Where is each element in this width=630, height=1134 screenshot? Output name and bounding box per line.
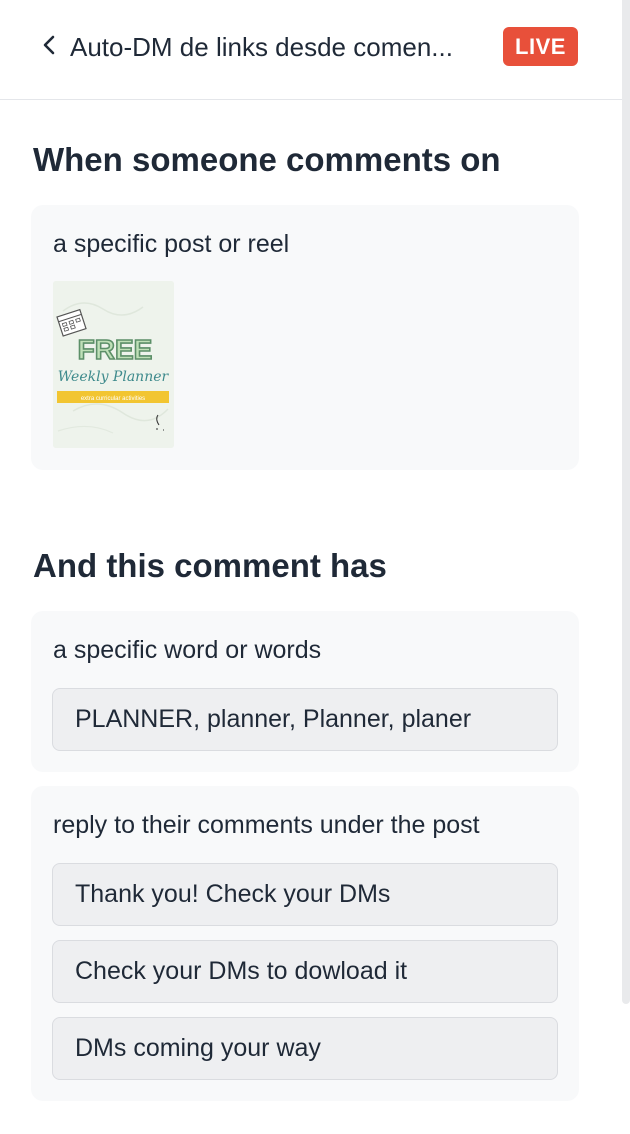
trigger-heading: When someone comments on: [33, 141, 501, 178]
back-button[interactable]: [34, 30, 64, 64]
reply-option[interactable]: Check your DMs to dowload it: [52, 940, 558, 1003]
svg-text:Weekly Planner: Weekly Planner: [58, 369, 170, 385]
svg-text:FREE: FREE: [78, 334, 153, 365]
svg-text:extra curricular activities: extra curricular activities: [81, 396, 145, 402]
condition-heading: And this comment has: [33, 547, 387, 584]
reply-card[interactable]: reply to their comments under the post T…: [31, 786, 579, 1101]
keywords-field[interactable]: PLANNER, planner, Planner, planer: [52, 688, 558, 751]
trigger-card[interactable]: a specific post or reel FREE Weekly Plan…: [31, 205, 579, 470]
scrollbar[interactable]: [622, 0, 630, 1004]
header-bar: Auto-DM de links desde comen... LIVE: [0, 0, 622, 100]
status-badge: LIVE: [503, 27, 578, 66]
reply-option[interactable]: Thank you! Check your DMs: [52, 863, 558, 926]
keywords-label: a specific word or words: [53, 636, 322, 664]
reply-label: reply to their comments under the post: [53, 811, 480, 839]
automation-page: Auto-DM de links desde comen... LIVE Whe…: [0, 0, 630, 1134]
page-title: Auto-DM de links desde comen...: [70, 32, 453, 62]
reply-option[interactable]: DMs coming your way: [52, 1017, 558, 1080]
post-thumbnail[interactable]: FREE Weekly Planner extra curricular act…: [53, 281, 174, 448]
chevron-left-icon: [41, 34, 57, 61]
keywords-card[interactable]: a specific word or words PLANNER, planne…: [31, 611, 579, 772]
trigger-target-label: a specific post or reel: [53, 230, 290, 258]
planner-image: FREE Weekly Planner extra curricular act…: [53, 281, 174, 448]
